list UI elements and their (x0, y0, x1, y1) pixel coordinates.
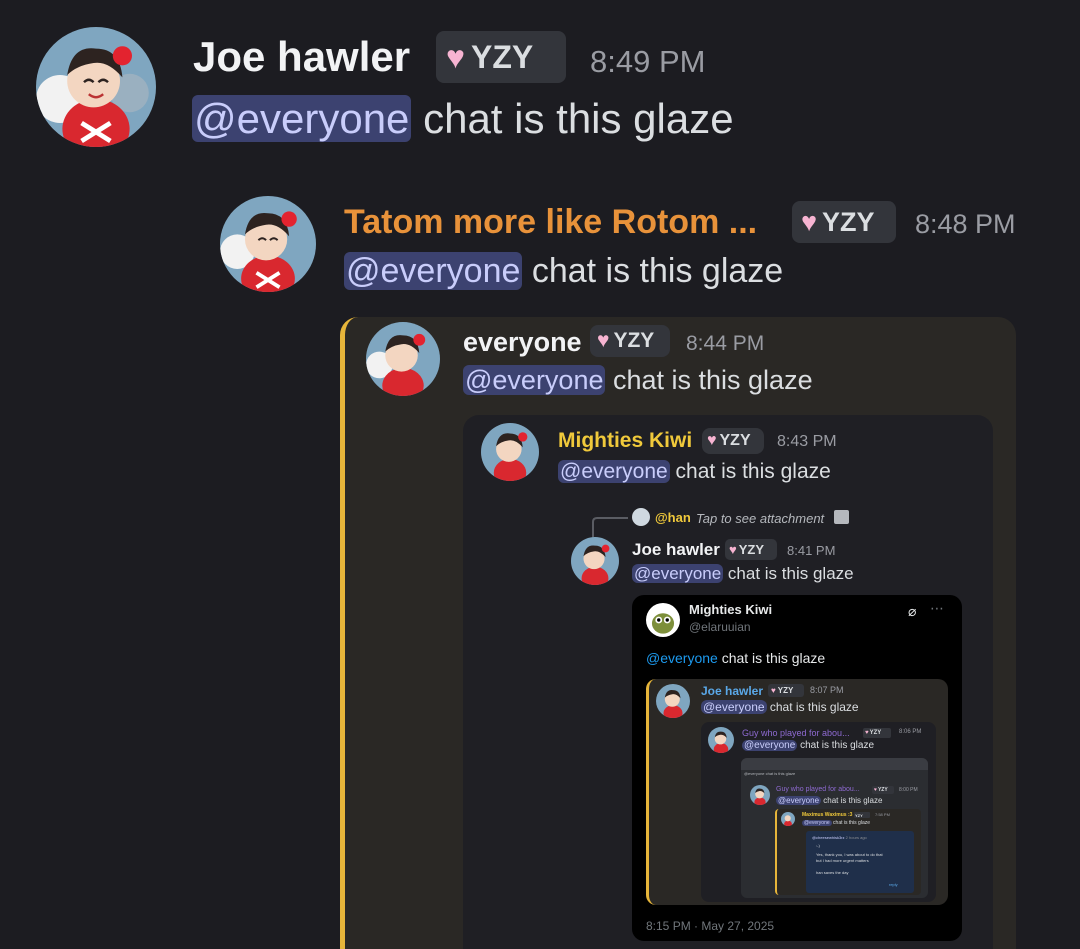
role-tag-label: YZY (613, 329, 655, 352)
message-content: @everyone chat is this glaze (701, 700, 859, 714)
heart-icon: ♥︎ (771, 686, 776, 695)
mention[interactable]: @everyone (192, 95, 412, 142)
tweet-text: @everyone chat is this glaze (646, 650, 826, 666)
message-author: Joe hawler (701, 684, 764, 698)
role-tag[interactable]: ♥︎ YZY (436, 31, 566, 83)
role-tag-label: YZY (738, 542, 765, 557)
role-tag[interactable]: ♥︎ YZY (590, 325, 670, 357)
message-content: @everyone chat is this glaze (776, 796, 883, 805)
message-text: chat is this glaze (411, 95, 734, 142)
message-time: 7:58 PM (875, 812, 890, 817)
role-tag: ♥︎ YZY (768, 684, 804, 697)
message-text: chat is this glaze (723, 564, 854, 583)
message-time: 8:49 PM (590, 44, 706, 79)
avatar (781, 812, 795, 826)
image-icon (834, 510, 849, 524)
tweet-mention[interactable]: @everyone (646, 650, 718, 666)
tweet-handle[interactable]: @elaruuian (689, 620, 751, 634)
deep-embed-line: :-) (816, 843, 820, 848)
message-time: 8:48 PM (915, 209, 1016, 239)
deep-embed-handle: @cheesewhisk3rz 2 hours ago (812, 835, 867, 840)
message-author[interactable]: Mighties Kiwi (558, 429, 692, 453)
message-text: chat is this glaze (669, 460, 831, 483)
message-author[interactable]: Joe hawler (193, 33, 410, 81)
grok-icon[interactable]: ⌀ (908, 603, 916, 620)
tweet-display-name[interactable]: Mighties Kiwi (689, 602, 772, 617)
role-tag: YZY (854, 812, 870, 818)
message-content: @everyone chat is this glaze (344, 252, 783, 291)
message-content: @everyone chat is this glaze (463, 365, 813, 396)
message-text: chat is this glaze (605, 365, 813, 395)
avatar (708, 727, 734, 753)
heart-icon: ♥︎ (729, 542, 737, 557)
message-time: 8:44 PM (686, 332, 765, 355)
message-author: Guy who played for abou... (742, 728, 850, 738)
embed-header-bar (741, 758, 928, 770)
heart-icon: ♥︎ (446, 38, 465, 75)
role-tag: ♥︎ YZY (863, 728, 891, 738)
deep-embed-line: but I had more urgent matters (816, 858, 869, 863)
heart-icon: ♥︎ (597, 329, 610, 352)
message-content: @everyone chat is this glaze (192, 95, 734, 143)
avatar (750, 785, 770, 805)
deep-embed-line: Yes, thank you, I was about to do that (816, 852, 883, 857)
reply-author[interactable]: @han (655, 510, 691, 525)
message-content: @everyone chat is this glaze (742, 740, 875, 751)
role-tag-label: YZY (719, 432, 751, 449)
avatar (656, 684, 690, 718)
message-text: chat is this glaze (522, 252, 784, 290)
message-time: 8:41 PM (787, 543, 836, 558)
message-time: 8:00 PM (899, 787, 918, 793)
role-tag[interactable]: ♥︎ YZY (702, 428, 764, 454)
message-content: @everyone chat is this glaze (632, 564, 854, 584)
message-time: 8:43 PM (777, 433, 837, 450)
role-tag[interactable]: ♥︎ YZY (725, 539, 777, 560)
embed-small-header: @everyone chat is this glaze (744, 771, 796, 776)
message-author[interactable]: everyone (463, 327, 582, 358)
deep-embed-reply: reply (889, 882, 898, 887)
role-tag: ♥︎ YZY (872, 786, 894, 794)
message-author[interactable]: Joe hawler (632, 540, 720, 560)
tweet-avatar[interactable] (646, 603, 680, 637)
avatar[interactable] (571, 537, 619, 585)
reply-avatar[interactable] (632, 508, 650, 526)
message-content: @everyone chat is this glaze (558, 460, 831, 484)
mention[interactable]: @everyone (463, 365, 606, 395)
mention[interactable]: @everyone (344, 252, 523, 290)
message-time: 8:06 PM (899, 729, 922, 735)
avatar[interactable] (36, 27, 156, 147)
avatar[interactable] (481, 423, 539, 481)
message-author[interactable]: Tatom more like Rotom ... (344, 203, 757, 242)
tweet-footer: 8:15 PM · May 27, 2025 (646, 919, 775, 933)
avatar[interactable] (366, 322, 440, 396)
avatar[interactable] (220, 196, 316, 292)
role-tag-label: YZY (822, 206, 875, 237)
role-tag[interactable]: ♥︎ YZY (792, 201, 896, 243)
message-author: Guy who played for abou... (776, 786, 860, 793)
heart-icon: ♥︎ (707, 432, 717, 449)
reply-preview[interactable]: Tap to see attachment (696, 511, 824, 526)
mention[interactable]: @everyone (632, 564, 724, 583)
mention[interactable]: @everyone (558, 460, 670, 483)
heart-icon: ♥︎ (801, 206, 818, 237)
message-content: @everyone chat is this glaze (802, 820, 871, 826)
role-tag-label: YZY (471, 38, 534, 75)
message-time: 8:07 PM (810, 685, 844, 695)
deep-embed-line: han saves the day (816, 870, 849, 875)
message-author: Maximus Waximus :3 (802, 812, 853, 818)
more-icon[interactable]: ⋯ (930, 600, 944, 617)
